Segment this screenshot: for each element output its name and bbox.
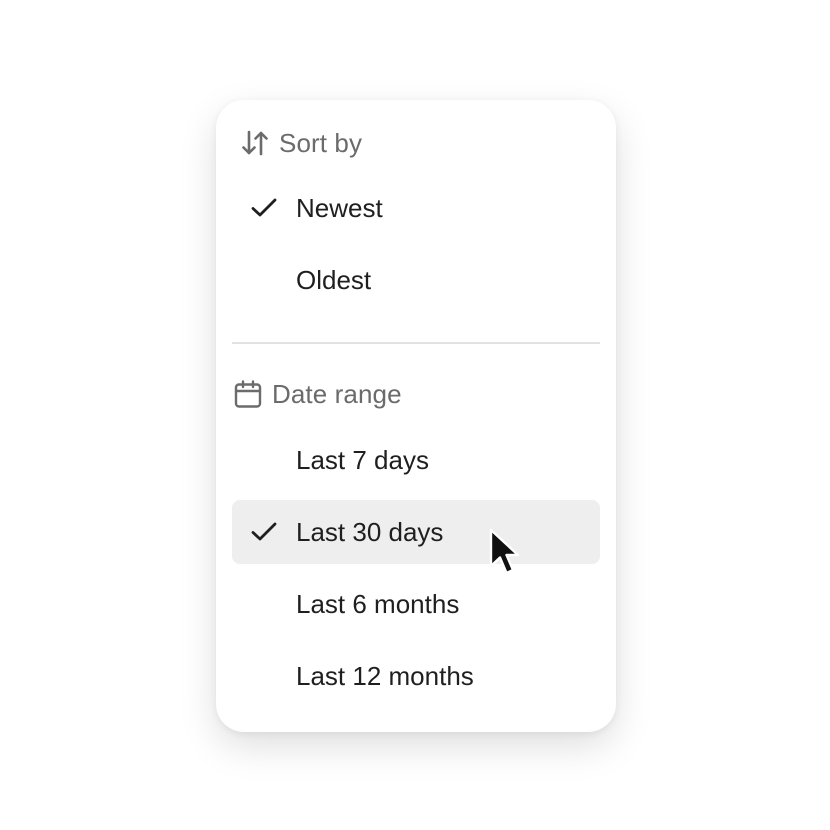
- date-option-label: Last 12 months: [296, 660, 474, 691]
- sort-option-oldest[interactable]: Oldest: [232, 248, 600, 312]
- sort-option-newest[interactable]: Newest: [232, 176, 600, 240]
- checkmark-icon: [249, 517, 279, 547]
- checkmark-icon: [249, 193, 279, 223]
- section-divider: [232, 342, 600, 344]
- date-option-last-12-months[interactable]: Last 12 months: [232, 644, 600, 708]
- sort-option-label: Oldest: [296, 264, 372, 295]
- date-range-header: Date range: [233, 376, 402, 412]
- filter-dropdown-menu: Sort by Newest Oldest Date range Last 7 …: [216, 100, 616, 732]
- mouse-pointer-icon: [488, 528, 522, 578]
- date-option-last-30-days[interactable]: Last 30 days: [232, 500, 600, 564]
- date-option-last-7-days[interactable]: Last 7 days: [232, 428, 600, 492]
- sort-by-header: Sort by: [240, 125, 362, 161]
- sort-by-label: Sort by: [279, 127, 363, 158]
- stage: Sort by Newest Oldest Date range Last 7 …: [0, 0, 830, 830]
- date-range-label: Date range: [272, 378, 402, 409]
- date-option-label: Last 6 months: [296, 588, 460, 619]
- calendar-icon: [233, 379, 263, 409]
- sort-option-label: Newest: [296, 192, 383, 223]
- sort-arrows-icon: [240, 128, 270, 158]
- date-option-label: Last 30 days: [296, 516, 444, 547]
- date-option-last-6-months[interactable]: Last 6 months: [232, 572, 600, 636]
- date-option-label: Last 7 days: [296, 444, 429, 475]
